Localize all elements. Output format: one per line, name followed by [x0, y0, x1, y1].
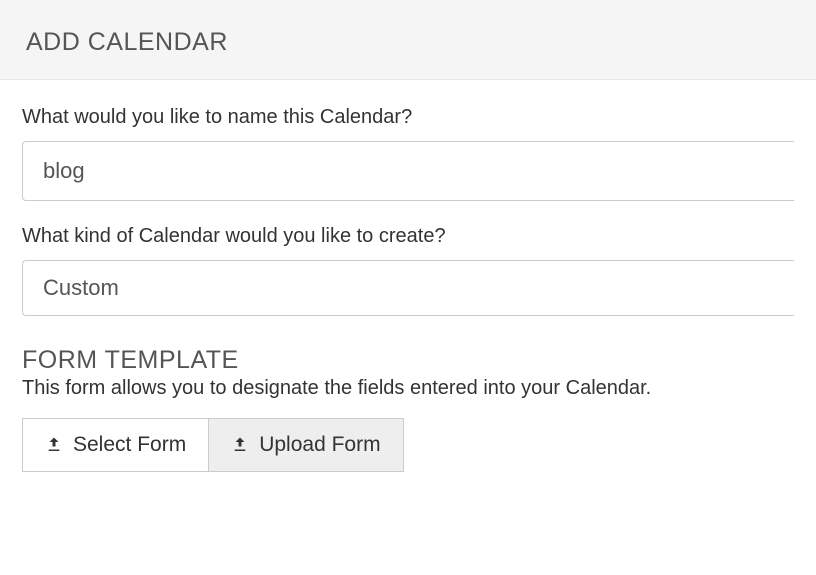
kind-label: What kind of Calendar would you like to … — [22, 225, 794, 248]
template-section-header: FORM TEMPLATE — [22, 346, 794, 375]
calendar-name-input[interactable] — [22, 141, 794, 201]
upload-icon — [45, 436, 63, 454]
form-content: What would you like to name this Calenda… — [0, 80, 816, 498]
upload-form-button[interactable]: Upload Form — [209, 418, 403, 472]
select-form-button[interactable]: Select Form — [22, 418, 209, 472]
upload-form-label: Upload Form — [259, 433, 380, 457]
name-field-group: What would you like to name this Calenda… — [22, 106, 794, 201]
template-section-title: FORM TEMPLATE — [22, 346, 794, 375]
kind-field-group: What kind of Calendar would you like to … — [22, 225, 794, 316]
page-title: ADD CALENDAR — [26, 28, 790, 57]
name-label: What would you like to name this Calenda… — [22, 106, 794, 129]
upload-icon — [231, 436, 249, 454]
template-section-description: This form allows you to designate the fi… — [22, 377, 794, 400]
select-form-label: Select Form — [73, 433, 186, 457]
calendar-kind-select[interactable]: Custom — [22, 260, 794, 316]
template-button-row: Select Form Upload Form — [22, 418, 794, 472]
page-header: ADD CALENDAR — [0, 0, 816, 80]
calendar-kind-value: Custom — [43, 275, 119, 300]
